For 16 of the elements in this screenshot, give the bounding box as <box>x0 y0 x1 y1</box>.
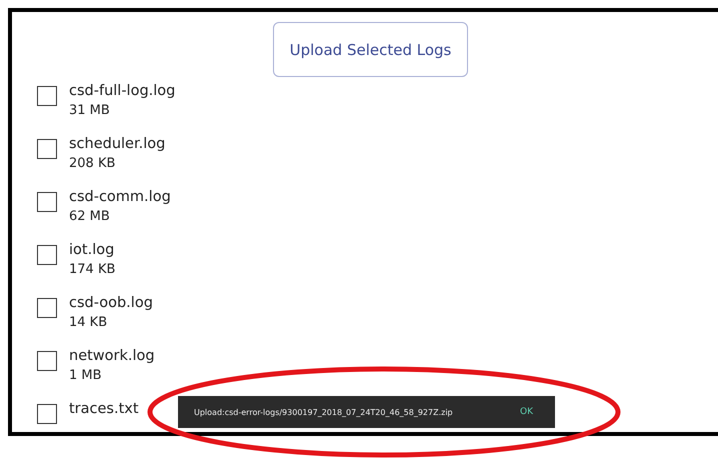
file-name: csd-comm.log <box>69 188 171 207</box>
file-size: 208 KB <box>69 155 116 173</box>
file-size: 14 KB <box>69 314 108 332</box>
file-size: 1 MB <box>69 367 103 385</box>
file-name: scheduler.log <box>69 135 166 154</box>
upload-button[interactable]: Upload Selected Logs <box>273 22 468 77</box>
file-size: 174 KB <box>69 261 116 279</box>
file-name: csd-full-log.log <box>69 82 176 101</box>
file-name: iot.log <box>69 241 116 260</box>
file-name: traces.txt <box>69 400 139 419</box>
snackbar-message: Upload:csd-error-logs/9300197_2018_07_24T20_46_58_927Z.zip <box>194 408 453 416</box>
file-size: 62 MB <box>69 208 111 226</box>
ok-button[interactable]: OK <box>520 407 533 417</box>
file-size: 31 MB <box>69 102 111 120</box>
file-name: csd-oob.log <box>69 294 153 313</box>
file-name: network.log <box>69 347 155 366</box>
